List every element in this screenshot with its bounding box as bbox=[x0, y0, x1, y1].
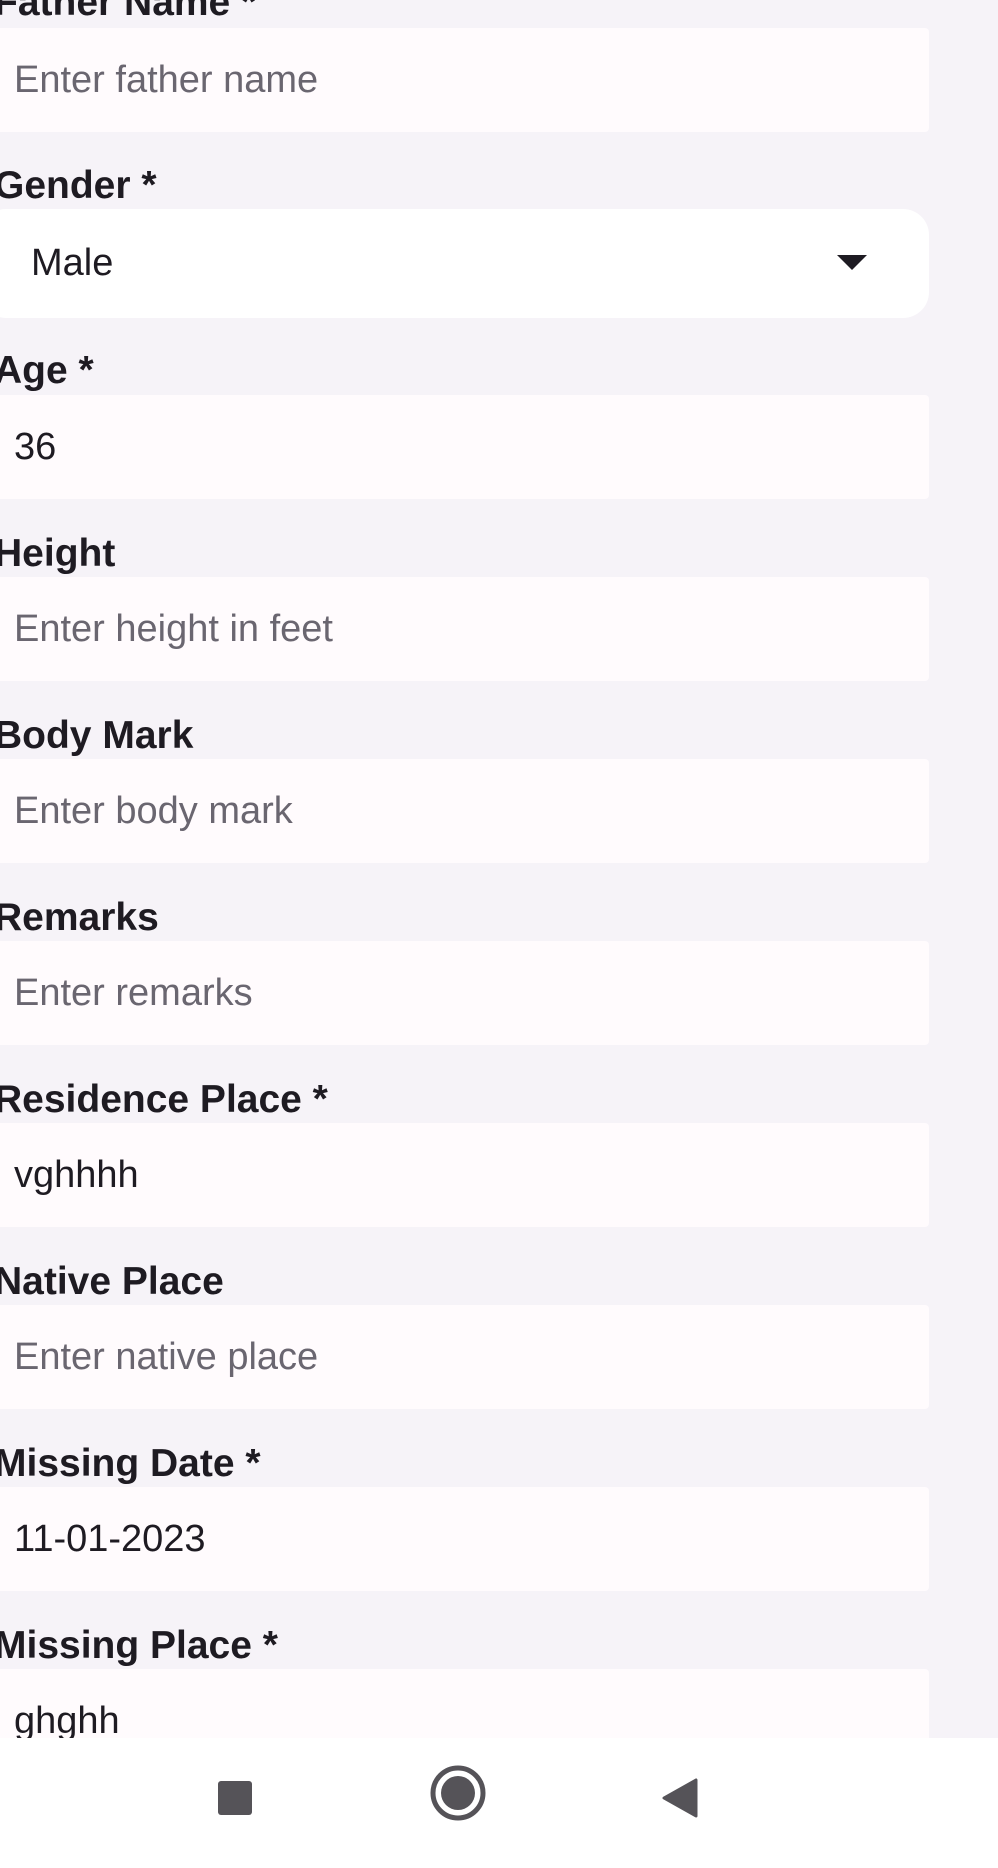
father-name-label: Father Name * bbox=[0, 0, 257, 24]
remarks-label: Remarks bbox=[0, 896, 159, 939]
father-name-field[interactable] bbox=[0, 28, 929, 132]
missing-date-input[interactable] bbox=[14, 1487, 874, 1591]
age-label: Age * bbox=[0, 349, 94, 392]
height-input[interactable] bbox=[14, 577, 874, 681]
remarks-field[interactable] bbox=[0, 941, 929, 1045]
residence-place-field[interactable] bbox=[0, 1123, 929, 1227]
residence-place-input[interactable] bbox=[14, 1123, 874, 1227]
remarks-input[interactable] bbox=[14, 941, 874, 1045]
circle-home-icon bbox=[430, 1765, 486, 1821]
missing-place-field[interactable] bbox=[0, 1669, 929, 1738]
body-mark-input[interactable] bbox=[14, 759, 874, 863]
native-place-field[interactable] bbox=[0, 1305, 929, 1409]
missing-person-form: Father Name * Gender * Male Age * Height… bbox=[0, 0, 998, 1738]
body-mark-label: Body Mark bbox=[0, 714, 194, 757]
native-place-label: Native Place bbox=[0, 1260, 224, 1303]
triangle-back-icon bbox=[662, 1778, 698, 1818]
gender-selected-value: Male bbox=[31, 242, 114, 284]
height-label: Height bbox=[0, 532, 116, 575]
dropdown-arrow-icon bbox=[837, 255, 867, 270]
missing-date-label: Missing Date * bbox=[0, 1442, 261, 1485]
age-input[interactable] bbox=[14, 395, 874, 499]
back-button[interactable] bbox=[650, 1763, 720, 1833]
missing-place-label: Missing Place * bbox=[0, 1624, 278, 1667]
home-button[interactable] bbox=[425, 1760, 491, 1826]
native-place-input[interactable] bbox=[14, 1305, 874, 1409]
age-field[interactable] bbox=[0, 395, 929, 499]
screen: Father Name * Gender * Male Age * Height… bbox=[0, 0, 998, 1868]
body-mark-field[interactable] bbox=[0, 759, 929, 863]
system-navigation-bar bbox=[0, 1738, 998, 1868]
missing-date-field[interactable] bbox=[0, 1487, 929, 1591]
missing-place-input[interactable] bbox=[14, 1669, 874, 1738]
gender-label: Gender * bbox=[0, 164, 157, 207]
residence-place-label: Residence Place * bbox=[0, 1078, 328, 1121]
father-name-input[interactable] bbox=[14, 28, 874, 132]
square-recents-icon bbox=[218, 1781, 252, 1815]
recents-button[interactable] bbox=[200, 1763, 270, 1833]
gender-dropdown[interactable]: Male bbox=[0, 209, 929, 318]
height-field[interactable] bbox=[0, 577, 929, 681]
